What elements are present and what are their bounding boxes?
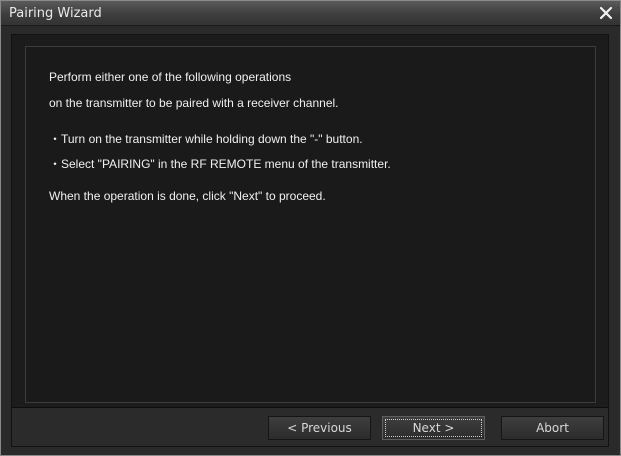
- button-bar: < Previous Next > Abort: [12, 407, 608, 446]
- previous-button[interactable]: < Previous: [268, 416, 371, 440]
- instruction-line-proceed: When the operation is done, click "Next"…: [49, 189, 326, 203]
- close-button[interactable]: [596, 3, 616, 23]
- close-icon: [599, 6, 613, 20]
- instructions-panel: Perform either one of the following oper…: [25, 46, 596, 403]
- instruction-line-2: on the transmitter to be paired with a r…: [49, 96, 339, 110]
- instruction-bullet-1: ・Turn on the transmitter while holding d…: [49, 132, 363, 146]
- title-bar[interactable]: Pairing Wizard: [1, 1, 620, 26]
- instruction-bullet-2: ・Select "PAIRING" in the RF REMOTE menu …: [49, 157, 391, 171]
- instruction-line-1: Perform either one of the following oper…: [49, 70, 292, 84]
- wizard-client-area: Perform either one of the following oper…: [11, 34, 609, 447]
- abort-button[interactable]: Abort: [501, 416, 604, 440]
- next-button[interactable]: Next >: [382, 416, 485, 440]
- window-title: Pairing Wizard: [9, 6, 102, 21]
- pairing-wizard-window: Pairing Wizard Perform either one of the…: [0, 0, 621, 456]
